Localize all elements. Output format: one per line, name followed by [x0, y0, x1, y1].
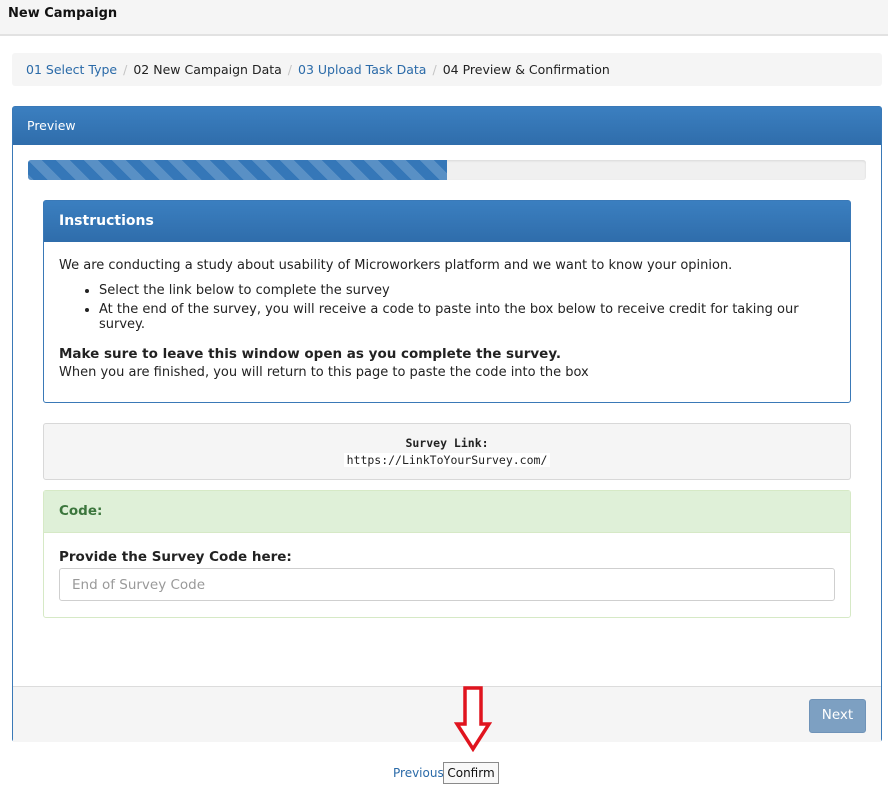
survey-code-input[interactable]	[59, 568, 835, 601]
breadcrumb-step-preview: 04 Preview & Confirmation	[442, 62, 610, 77]
code-panel: Code: Provide the Survey Code here:	[43, 490, 851, 618]
breadcrumb-separator: /	[123, 62, 128, 77]
progress-bar	[28, 160, 866, 180]
breadcrumb-step-select-type[interactable]: 01 Select Type	[26, 62, 117, 77]
previous-link[interactable]: Previous	[393, 766, 444, 780]
instructions-bullet: At the end of the survey, you will recei…	[99, 302, 835, 332]
bottom-actions: Previous Confirm	[0, 760, 888, 786]
down-arrow-icon	[454, 686, 492, 752]
next-button[interactable]: Next	[809, 699, 866, 733]
breadcrumb-separator: /	[432, 62, 437, 77]
window-header: New Campaign	[0, 0, 888, 36]
preview-panel-title: Preview	[13, 107, 881, 145]
survey-link-box: Survey Link: https://LinkToYourSurvey.co…	[43, 423, 851, 480]
progress-bar-fill	[28, 160, 447, 180]
survey-link-url[interactable]: https://LinkToYourSurvey.com/	[343, 453, 551, 467]
instructions-intro: We are conducting a study about usabilit…	[59, 258, 733, 273]
breadcrumb-step-upload-task-data[interactable]: 03 Upload Task Data	[298, 62, 426, 77]
instructions-after-note: When you are finished, you will return t…	[59, 365, 589, 380]
window-title: New Campaign	[8, 6, 118, 21]
instructions-list: Select the link below to complete the su…	[59, 283, 835, 332]
instructions-warning: Make sure to leave this window open as y…	[59, 346, 562, 362]
confirm-button[interactable]: Confirm	[443, 762, 499, 784]
survey-code-label: Provide the Survey Code here:	[59, 549, 292, 565]
breadcrumb: 01 Select Type / 02 New Campaign Data / …	[12, 53, 882, 86]
breadcrumb-separator: /	[287, 62, 293, 77]
instructions-panel: Instructions We are conducting a study a…	[43, 200, 851, 403]
instructions-title: Instructions	[44, 201, 850, 242]
survey-link-label: Survey Link:	[405, 436, 489, 450]
breadcrumb-step-campaign-data: 02 New Campaign Data	[133, 62, 282, 77]
preview-panel-footer: Next	[13, 686, 881, 742]
preview-panel: Preview Instructions We are conducting a…	[12, 106, 882, 742]
instructions-bullet: Select the link below to complete the su…	[99, 283, 835, 298]
code-panel-title: Code:	[44, 491, 850, 533]
